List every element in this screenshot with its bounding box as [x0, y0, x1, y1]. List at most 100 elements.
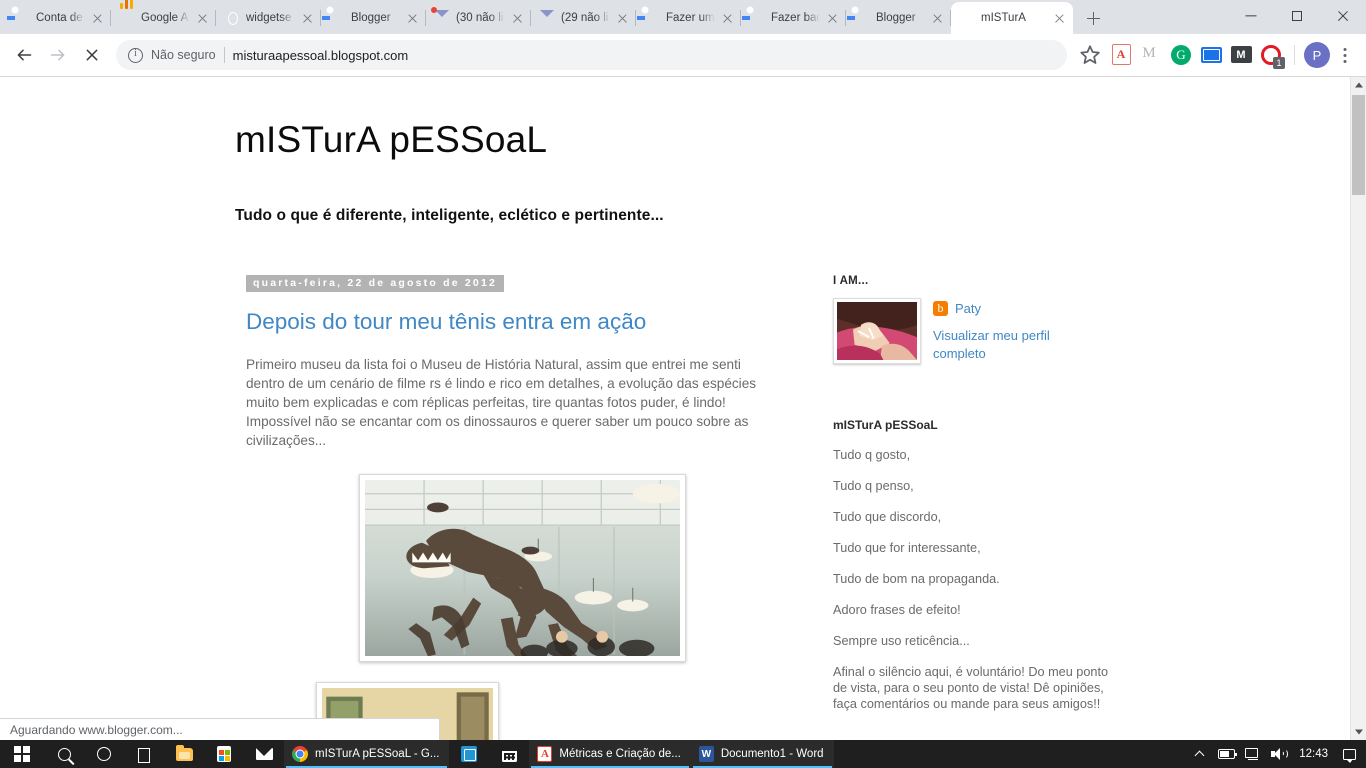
- action-center-button[interactable]: [1336, 740, 1362, 768]
- tab-close-icon[interactable]: [720, 11, 735, 26]
- adblock-extension-icon[interactable]: 1: [1258, 42, 1285, 69]
- tab-close-icon[interactable]: [510, 11, 525, 26]
- tab-label: Google A: [141, 12, 189, 24]
- about-line: Sempre uso reticência...: [833, 634, 970, 648]
- browser-tab[interactable]: Conta de: [6, 2, 111, 34]
- about-line: Afinal o silêncio aqui, é voluntário! Do…: [833, 665, 1109, 711]
- taskbar-item-acrobat[interactable]: A Métricas e Criação de...: [529, 740, 691, 768]
- back-button[interactable]: [8, 39, 40, 71]
- network-icon: [1244, 748, 1260, 761]
- mega-glyph: M: [1142, 44, 1156, 61]
- profile-photo[interactable]: [833, 298, 921, 364]
- google-icon: [645, 10, 661, 26]
- forward-button[interactable]: [42, 39, 74, 71]
- taskbar-clock[interactable]: 12:43: [1291, 748, 1336, 760]
- vertical-scrollbar[interactable]: [1350, 77, 1366, 740]
- maximize-button[interactable]: [1274, 0, 1320, 32]
- cortana-button[interactable]: [84, 740, 124, 768]
- chrome-menu-icon[interactable]: [1332, 40, 1358, 70]
- address-bar[interactable]: Não seguro misturaapessoal.blogspot.com: [116, 40, 1067, 70]
- battery-button[interactable]: [1213, 740, 1239, 768]
- browser-tab[interactable]: widgetse: [216, 2, 321, 34]
- gmail-glyph: M: [1230, 46, 1252, 63]
- taskbar-item-word[interactable]: W Documento1 - Word: [690, 740, 834, 768]
- start-button[interactable]: [0, 740, 44, 768]
- browser-tab[interactable]: Fazer bac: [741, 2, 846, 34]
- browser-tab[interactable]: (30 não li: [426, 2, 531, 34]
- post-image-dinosaur[interactable]: [359, 474, 686, 663]
- tab-close-icon[interactable]: [615, 11, 630, 26]
- browser-tab[interactable]: Blogger: [846, 2, 951, 34]
- scroll-up-icon[interactable]: [1351, 77, 1366, 93]
- task-view-button[interactable]: [124, 740, 164, 768]
- extension-badge: 1: [1273, 57, 1285, 69]
- adobe-acrobat-extension-icon[interactable]: A: [1108, 42, 1134, 68]
- sidebar-heading-about: mISTurA pESSoaL: [833, 418, 938, 432]
- network-button[interactable]: [1239, 740, 1265, 768]
- browser-tab[interactable]: (29 não li: [531, 2, 636, 34]
- globe-icon: [225, 10, 241, 26]
- tab-close-icon[interactable]: [300, 11, 315, 26]
- blogger-author-row[interactable]: Paty: [933, 301, 1058, 316]
- author-name[interactable]: Paty: [955, 301, 981, 316]
- url-text: misturaapessoal.blogspot.com: [232, 47, 409, 63]
- page-viewport: mISTurA pESSoaL Tudo o que é diferente, …: [0, 76, 1366, 740]
- task-view-icon: [136, 747, 152, 763]
- stop-loading-button[interactable]: [76, 39, 108, 71]
- tab-close-icon[interactable]: [90, 11, 105, 26]
- taskbar-item-mail[interactable]: [244, 740, 284, 768]
- volume-button[interactable]: [1265, 740, 1291, 768]
- status-bar: Aguardando www.blogger.com...: [0, 718, 440, 740]
- tab-label: widgetse: [246, 12, 292, 24]
- search-button[interactable]: [44, 740, 84, 768]
- taskbar-item-chrome[interactable]: mISTurA pESSoaL - G...: [284, 740, 450, 768]
- mail-icon: [255, 748, 273, 760]
- mega-extension-icon[interactable]: M: [1138, 42, 1164, 68]
- close-icon: [85, 48, 100, 63]
- view-full-profile-link[interactable]: Visualizar meu perfil completo: [933, 327, 1058, 363]
- browser-tab[interactable]: Fazer um: [636, 2, 741, 34]
- taskbar-item-teams[interactable]: [449, 740, 489, 768]
- tab-close-icon[interactable]: [195, 11, 210, 26]
- browser-tab-active[interactable]: mISTurA: [951, 2, 1073, 34]
- bookmark-star-icon[interactable]: [1075, 40, 1105, 70]
- blog-description: Tudo o que é diferente, inteligente, ecl…: [235, 207, 664, 224]
- google-icon: [15, 10, 31, 26]
- new-tab-button[interactable]: [1079, 4, 1107, 32]
- profile-avatar[interactable]: P: [1304, 42, 1330, 68]
- tab-close-icon[interactable]: [405, 11, 420, 26]
- google-analytics-icon: [120, 0, 136, 26]
- tab-close-icon[interactable]: [825, 11, 840, 26]
- taskbar-item-calendar[interactable]: [489, 740, 529, 768]
- taskbar-item-file-explorer[interactable]: [164, 740, 204, 768]
- sidebar-heading-profile: I AM...: [833, 275, 869, 287]
- grammarly-extension-icon[interactable]: G: [1168, 42, 1194, 68]
- tab-label: (29 não li: [561, 12, 609, 24]
- gmail-extension-icon[interactable]: M: [1228, 42, 1254, 68]
- tab-close-icon[interactable]: [1052, 11, 1067, 26]
- post-body: Primeiro museu da lista foi o Museu de H…: [246, 355, 781, 450]
- back-arrow-icon: [17, 48, 32, 63]
- post-title[interactable]: Depois do tour meu tênis entra em ação: [246, 309, 795, 335]
- browser-tab[interactable]: Google A: [111, 0, 216, 34]
- about-line: Tudo que discordo,: [833, 510, 942, 524]
- cortana-icon: [97, 747, 111, 761]
- tab-close-icon[interactable]: [930, 11, 945, 26]
- close-window-button[interactable]: [1320, 0, 1366, 32]
- scroll-down-icon[interactable]: [1351, 724, 1366, 740]
- info-icon[interactable]: [128, 47, 143, 63]
- browser-tab[interactable]: Blogger: [321, 2, 426, 34]
- divider: [1294, 45, 1295, 65]
- blue-extension-icon[interactable]: [1198, 42, 1224, 68]
- main-column: quarta-feira, 22 de agosto de 2012 Depoi…: [235, 273, 795, 740]
- taskbar-item-microsoft-store[interactable]: [204, 740, 244, 768]
- minimize-button[interactable]: [1228, 0, 1274, 32]
- post-paragraph: Primeiro museu da lista foi o Museu de H…: [246, 357, 757, 410]
- scrollbar-thumb[interactable]: [1352, 95, 1365, 195]
- about-line: Tudo de bom na propaganda.: [833, 572, 1000, 586]
- show-hidden-icons-button[interactable]: [1187, 740, 1213, 768]
- gmail-unread-icon: [435, 10, 451, 26]
- security-status: Não seguro: [151, 48, 216, 62]
- about-line: Tudo q penso,: [833, 479, 914, 493]
- tab-label: (30 não li: [456, 12, 504, 24]
